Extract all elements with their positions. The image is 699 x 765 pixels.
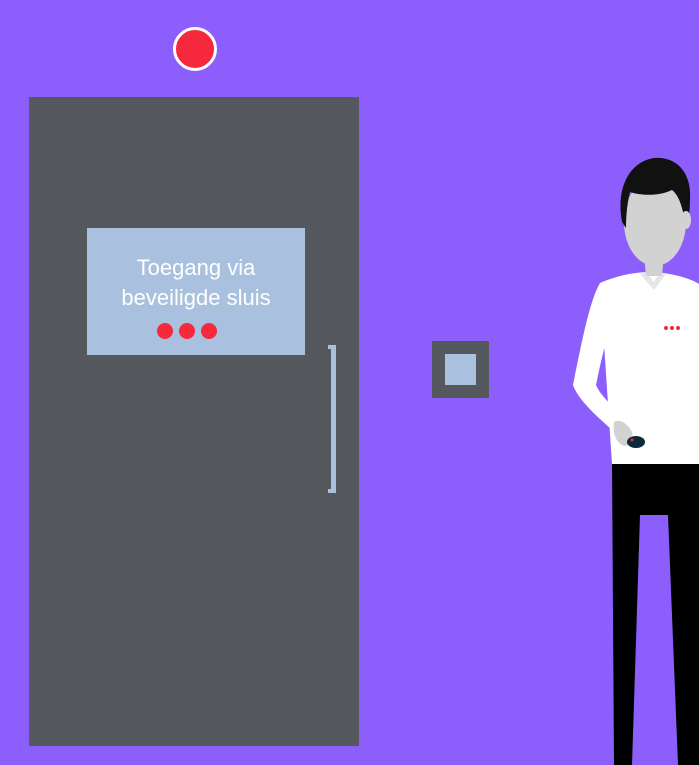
person-pants bbox=[612, 462, 699, 765]
door-sign-line-2: beveiligde sluis bbox=[121, 285, 271, 310]
card-reader-panel bbox=[445, 354, 476, 385]
door-sign: Toegang via beveiligde sluis bbox=[87, 228, 305, 355]
alarm-light-icon bbox=[173, 27, 217, 71]
security-guard-icon bbox=[573, 157, 699, 765]
access-card-icon bbox=[627, 436, 645, 448]
door[interactable]: Toegang via beveiligde sluis bbox=[29, 97, 359, 746]
card-reader-icon[interactable] bbox=[432, 341, 489, 398]
shirt-badge-icon bbox=[664, 326, 668, 330]
sign-dot-icon bbox=[201, 323, 217, 339]
sign-dots bbox=[157, 321, 235, 341]
sign-dot-icon bbox=[179, 323, 195, 339]
door-handle[interactable] bbox=[328, 345, 336, 493]
sign-dot-icon bbox=[157, 323, 173, 339]
scene-background: Toegang via beveiligde sluis bbox=[0, 0, 699, 765]
door-sign-line-1: Toegang via bbox=[136, 255, 256, 280]
